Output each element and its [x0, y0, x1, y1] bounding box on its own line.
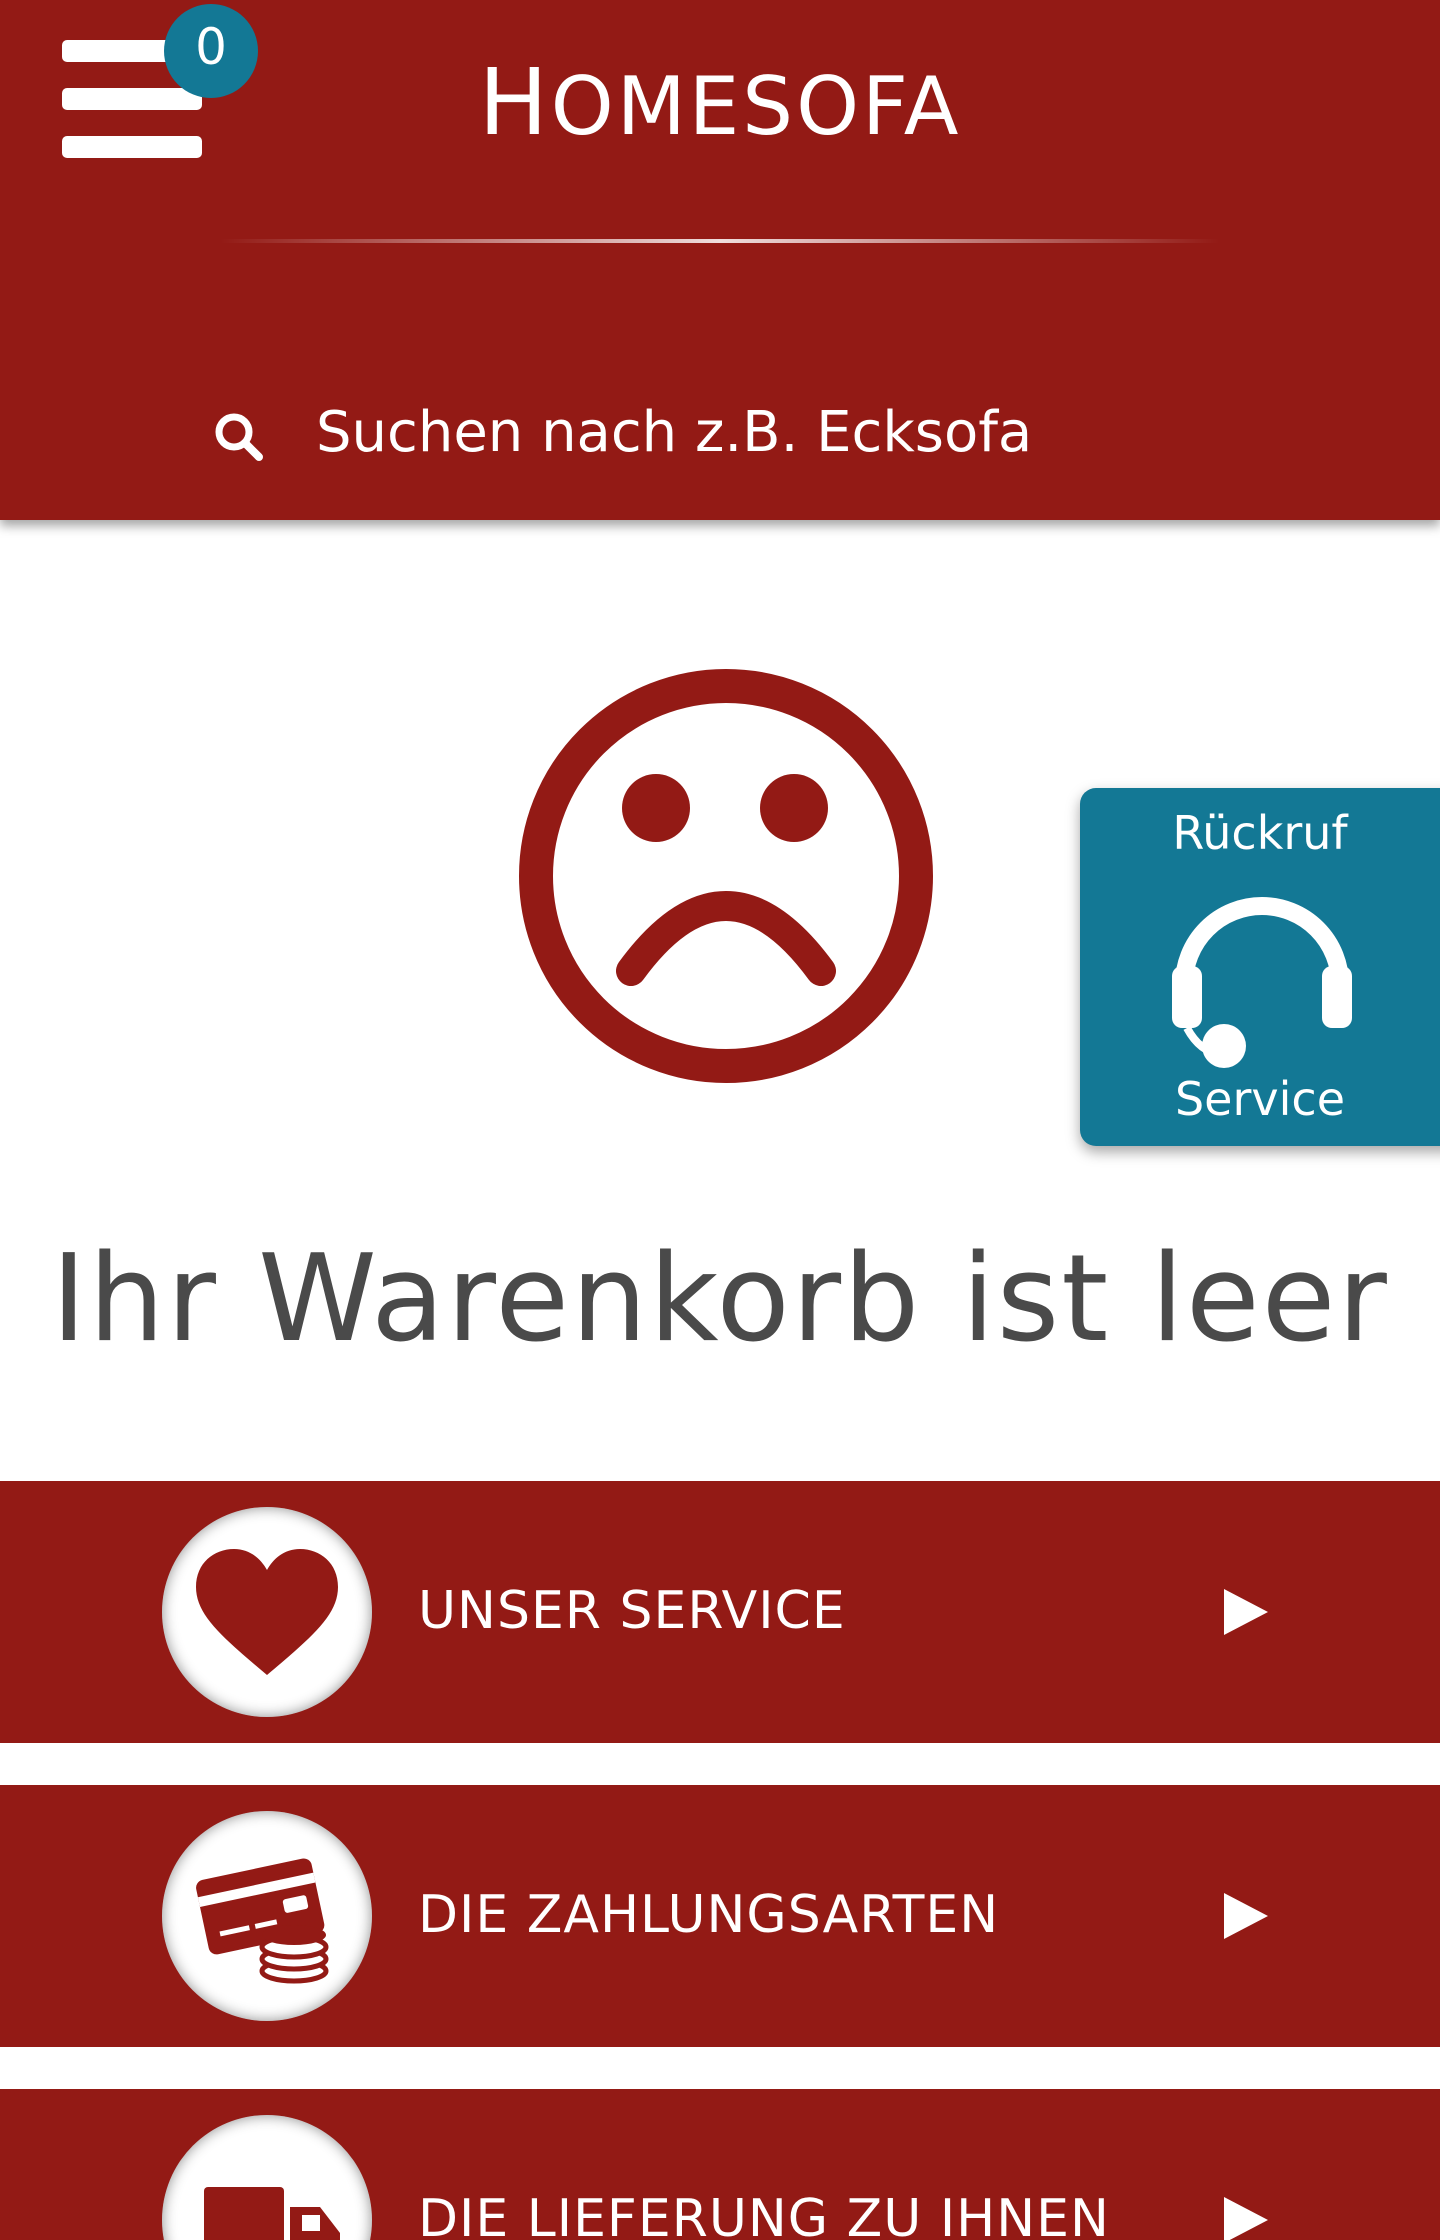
brand-logo[interactable]: HOMESOFA [420, 48, 1020, 158]
menu-icon-bar [62, 136, 202, 158]
info-row-payment-methods[interactable]: DIE ZAHLUNGSARTEN [0, 1785, 1440, 2047]
info-row-label: UNSER SERVICE [418, 1581, 846, 1641]
row-icon-circle [162, 2115, 372, 2240]
play-arrow-icon [1224, 1589, 1268, 1635]
site-header: 0 HOMESOFA [0, 0, 1440, 520]
info-row-service[interactable]: UNSER SERVICE [0, 1481, 1440, 1743]
search-icon[interactable] [212, 410, 268, 466]
menu-icon-bar [62, 88, 202, 110]
delivery-truck-icon [204, 2187, 340, 2240]
sad-face-icon [519, 669, 933, 1083]
play-arrow-icon [1224, 2197, 1268, 2240]
search-bar[interactable] [200, 380, 1240, 480]
empty-cart-title: Ihr Warenkorb ist leer [51, 1230, 1389, 1369]
row-icon-circle [162, 1811, 372, 2021]
play-arrow-icon [1224, 1893, 1268, 1939]
cart-page: 0 HOMESOFA Ihr Warenkorb ist leer Rückru… [0, 0, 1440, 2240]
info-row-label: DIE ZAHLUNGSARTEN [418, 1885, 1000, 1945]
brand-logo-wordmark: HOMESOFA [479, 49, 962, 156]
info-row-delivery[interactable]: DIE LIEFERUNG ZU IHNEN [0, 2089, 1440, 2240]
info-row-label: DIE LIEFERUNG ZU IHNEN [418, 2189, 1110, 2240]
header-divider [220, 239, 1220, 243]
payment-card-coins-icon [196, 1858, 329, 1984]
search-input[interactable] [316, 392, 1216, 472]
row-icon-circle [162, 1507, 372, 1717]
cart-count-badge[interactable]: 0 [164, 4, 258, 98]
headset-icon [1172, 897, 1352, 1068]
callback-service-button[interactable]: Rückruf Service [1080, 788, 1440, 1146]
callback-top-label: Rückruf [1172, 806, 1348, 860]
callback-bottom-label: Service [1174, 1072, 1345, 1126]
heart-icon [196, 1549, 338, 1675]
brand-logo-text: HOMESOFA [479, 49, 962, 156]
